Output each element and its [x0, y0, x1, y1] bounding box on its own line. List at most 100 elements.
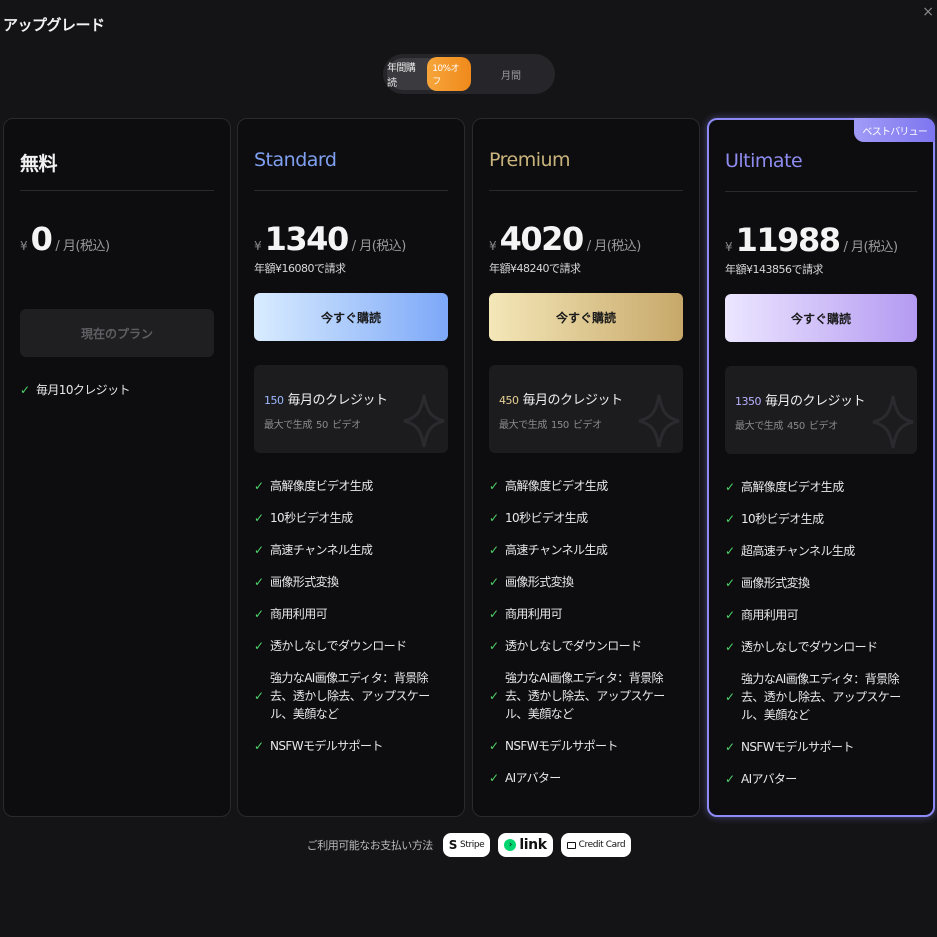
billing-toggle: 年間購読 10%オフ 月間 — [383, 54, 555, 94]
check-icon: ✓ — [254, 511, 264, 525]
price-amount: 1340 — [264, 220, 350, 258]
payment-methods: ご利用可能なお支払い方法 S Stripe › link Credit Card — [0, 833, 937, 857]
plan-divider — [489, 190, 683, 191]
price-row: ¥ 1340 / 月(税込) — [254, 220, 448, 258]
check-icon: ✓ — [254, 479, 264, 493]
subscribe-button[interactable]: 今すぐ購読 — [489, 293, 683, 341]
check-icon: ✓ — [489, 575, 499, 589]
credit-amount: 450 — [499, 394, 519, 407]
sparkle-icon — [403, 394, 445, 448]
check-icon: ✓ — [20, 383, 30, 397]
subscribe-button[interactable]: 今すぐ購読 — [254, 293, 448, 341]
discount-badge: 10%オフ — [427, 57, 471, 91]
plan-card-ultimate: ベストバリュー Ultimate ¥ 11988 / 月(税込) 年額¥1438… — [707, 118, 935, 817]
plan-name: Ultimate — [725, 150, 803, 172]
feature-item: ✓ 強力なAI画像エディタ：背景除去、透かし除去、アップスケール、美顔など — [725, 672, 901, 722]
feature-item: ✓ 10秒ビデオ生成 — [489, 511, 588, 525]
check-icon: ✓ — [489, 511, 499, 525]
feature-item: ✓ 商用利用可 — [254, 607, 328, 621]
price-unit: / 月(税込) — [351, 239, 407, 254]
close-icon[interactable]: × — [922, 4, 934, 20]
subscribe-button[interactable]: 今すぐ購読 — [725, 294, 917, 342]
check-icon: ✓ — [254, 575, 264, 589]
price-currency: ¥ — [725, 240, 733, 254]
current-plan-button[interactable]: 現在のプラン — [20, 309, 214, 357]
price-row: ¥ 11988 / 月(税込) — [725, 221, 917, 259]
feature-item: ✓ NSFWモデルサポート — [725, 740, 854, 754]
check-icon: ✓ — [489, 771, 499, 785]
plan-divider — [20, 190, 214, 191]
check-icon: ✓ — [725, 512, 735, 526]
feature-item: ✓ 透かしなしでダウンロード — [254, 639, 407, 653]
check-icon: ✓ — [725, 544, 735, 558]
stripe-logo-icon: S — [448, 838, 458, 852]
check-icon: ✓ — [254, 739, 264, 753]
annual-billing-note: 年額¥48240で請求 — [489, 262, 581, 275]
credit-box: 1350 毎月のクレジット 最大で生成 450 ビデオ — [725, 366, 917, 454]
check-icon: ✓ — [725, 740, 735, 754]
plan-divider — [725, 191, 917, 192]
page-title: アップグレード — [3, 16, 105, 34]
feature-item: ✓ NSFWモデルサポート — [254, 739, 383, 753]
price-row: ¥ 0 / 月(税込) — [20, 220, 214, 258]
plan-card-standard: Standard ¥ 1340 / 月(税込) 年額¥16080で請求 今すぐ購… — [237, 118, 465, 817]
check-icon: ✓ — [489, 607, 499, 621]
price-unit: / 月(税込) — [55, 239, 110, 254]
feature-item: ✓ 透かしなしでダウンロード — [489, 639, 642, 653]
payment-stripe: S Stripe — [442, 833, 491, 857]
payment-link: › link — [498, 833, 553, 857]
credit-box: 150 毎月のクレジット 最大で生成 50 ビデオ — [254, 365, 448, 453]
check-icon: ✓ — [489, 543, 499, 557]
plan-name: 無料 — [20, 153, 58, 175]
credit-box: 450 毎月のクレジット 最大で生成 150 ビデオ — [489, 365, 683, 453]
credit-amount: 150 — [264, 394, 284, 407]
check-icon: ✓ — [489, 689, 499, 703]
payment-card: Credit Card — [560, 833, 632, 857]
price-row: ¥ 4020 / 月(税込) — [489, 220, 683, 258]
feature-list: ✓ 高解像度ビデオ生成 ✓ 10秒ビデオ生成 ✓ 高速チャンネル生成 ✓ 画像形式変換 … — [254, 477, 448, 755]
plan-name: Standard — [254, 149, 337, 171]
link-logo-icon: › — [504, 839, 517, 851]
feature-item: ✓ 商用利用可 — [489, 607, 563, 621]
plan-name: Premium — [489, 149, 571, 171]
feature-item: ✓ 高速チャンネル生成 — [254, 543, 373, 557]
sparkle-icon — [872, 395, 914, 449]
feature-item: ✓ 商用利用可 — [725, 608, 799, 622]
annual-billing-note: 年額¥143856で請求 — [725, 263, 824, 276]
feature-item: ✓ 10秒ビデオ生成 — [725, 512, 824, 526]
best-value-badge: ベストバリュー — [854, 118, 935, 142]
check-icon: ✓ — [254, 543, 264, 557]
check-icon: ✓ — [725, 608, 735, 622]
feature-item: ✓ 高解像度ビデオ生成 — [489, 479, 608, 493]
price-currency: ¥ — [489, 239, 497, 253]
check-icon: ✓ — [254, 607, 264, 621]
feature-item: ✓ 高解像度ビデオ生成 — [254, 479, 373, 493]
check-icon: ✓ — [725, 480, 735, 494]
feature-item: ✓ 強力なAI画像エディタ：背景除去、透かし除去、アップスケール、美顔など — [489, 671, 665, 721]
feature-item: ✓ 強力なAI画像エディタ：背景除去、透かし除去、アップスケール、美顔など — [254, 671, 430, 721]
feature-item: ✓ 10秒ビデオ生成 — [254, 511, 353, 525]
feature-item: ✓ 高速チャンネル生成 — [489, 543, 608, 557]
feature-list: ✓ 高解像度ビデオ生成 ✓ 10秒ビデオ生成 ✓ 高速チャンネル生成 ✓ 画像形式変換 … — [489, 477, 683, 787]
payment-label: ご利用可能なお支払い方法 — [306, 839, 434, 852]
feature-item: ✓ 毎月10クレジット — [20, 383, 130, 397]
plan-card-free: 無料 ¥ 0 / 月(税込) 現在のプラン ✓ 毎月10クレジット — [3, 118, 231, 817]
check-icon: ✓ — [725, 576, 735, 590]
plan-card-premium: Premium ¥ 4020 / 月(税込) 年額¥48240で請求 今すぐ購読… — [472, 118, 700, 817]
toggle-yearly[interactable]: 年間購読 10%オフ — [387, 57, 471, 91]
price-amount: 0 — [30, 220, 53, 258]
price-unit: / 月(税込) — [843, 240, 898, 255]
price-amount: 11988 — [735, 221, 841, 259]
sparkle-icon — [638, 394, 680, 448]
credit-card-icon — [566, 841, 576, 849]
annual-billing-note: 年額¥16080で請求 — [254, 262, 346, 275]
price-unit: / 月(税込) — [586, 239, 642, 254]
price-currency: ¥ — [254, 239, 262, 253]
feature-item: ✓ 画像形式変換 — [489, 575, 574, 589]
feature-list: ✓ 毎月10クレジット — [20, 381, 214, 399]
feature-item: ✓ 超高速チャンネル生成 — [725, 544, 855, 558]
check-icon: ✓ — [725, 640, 735, 654]
feature-item: ✓ 透かしなしでダウンロード — [725, 640, 878, 654]
check-icon: ✓ — [254, 639, 264, 653]
toggle-monthly[interactable]: 月間 — [471, 67, 551, 82]
